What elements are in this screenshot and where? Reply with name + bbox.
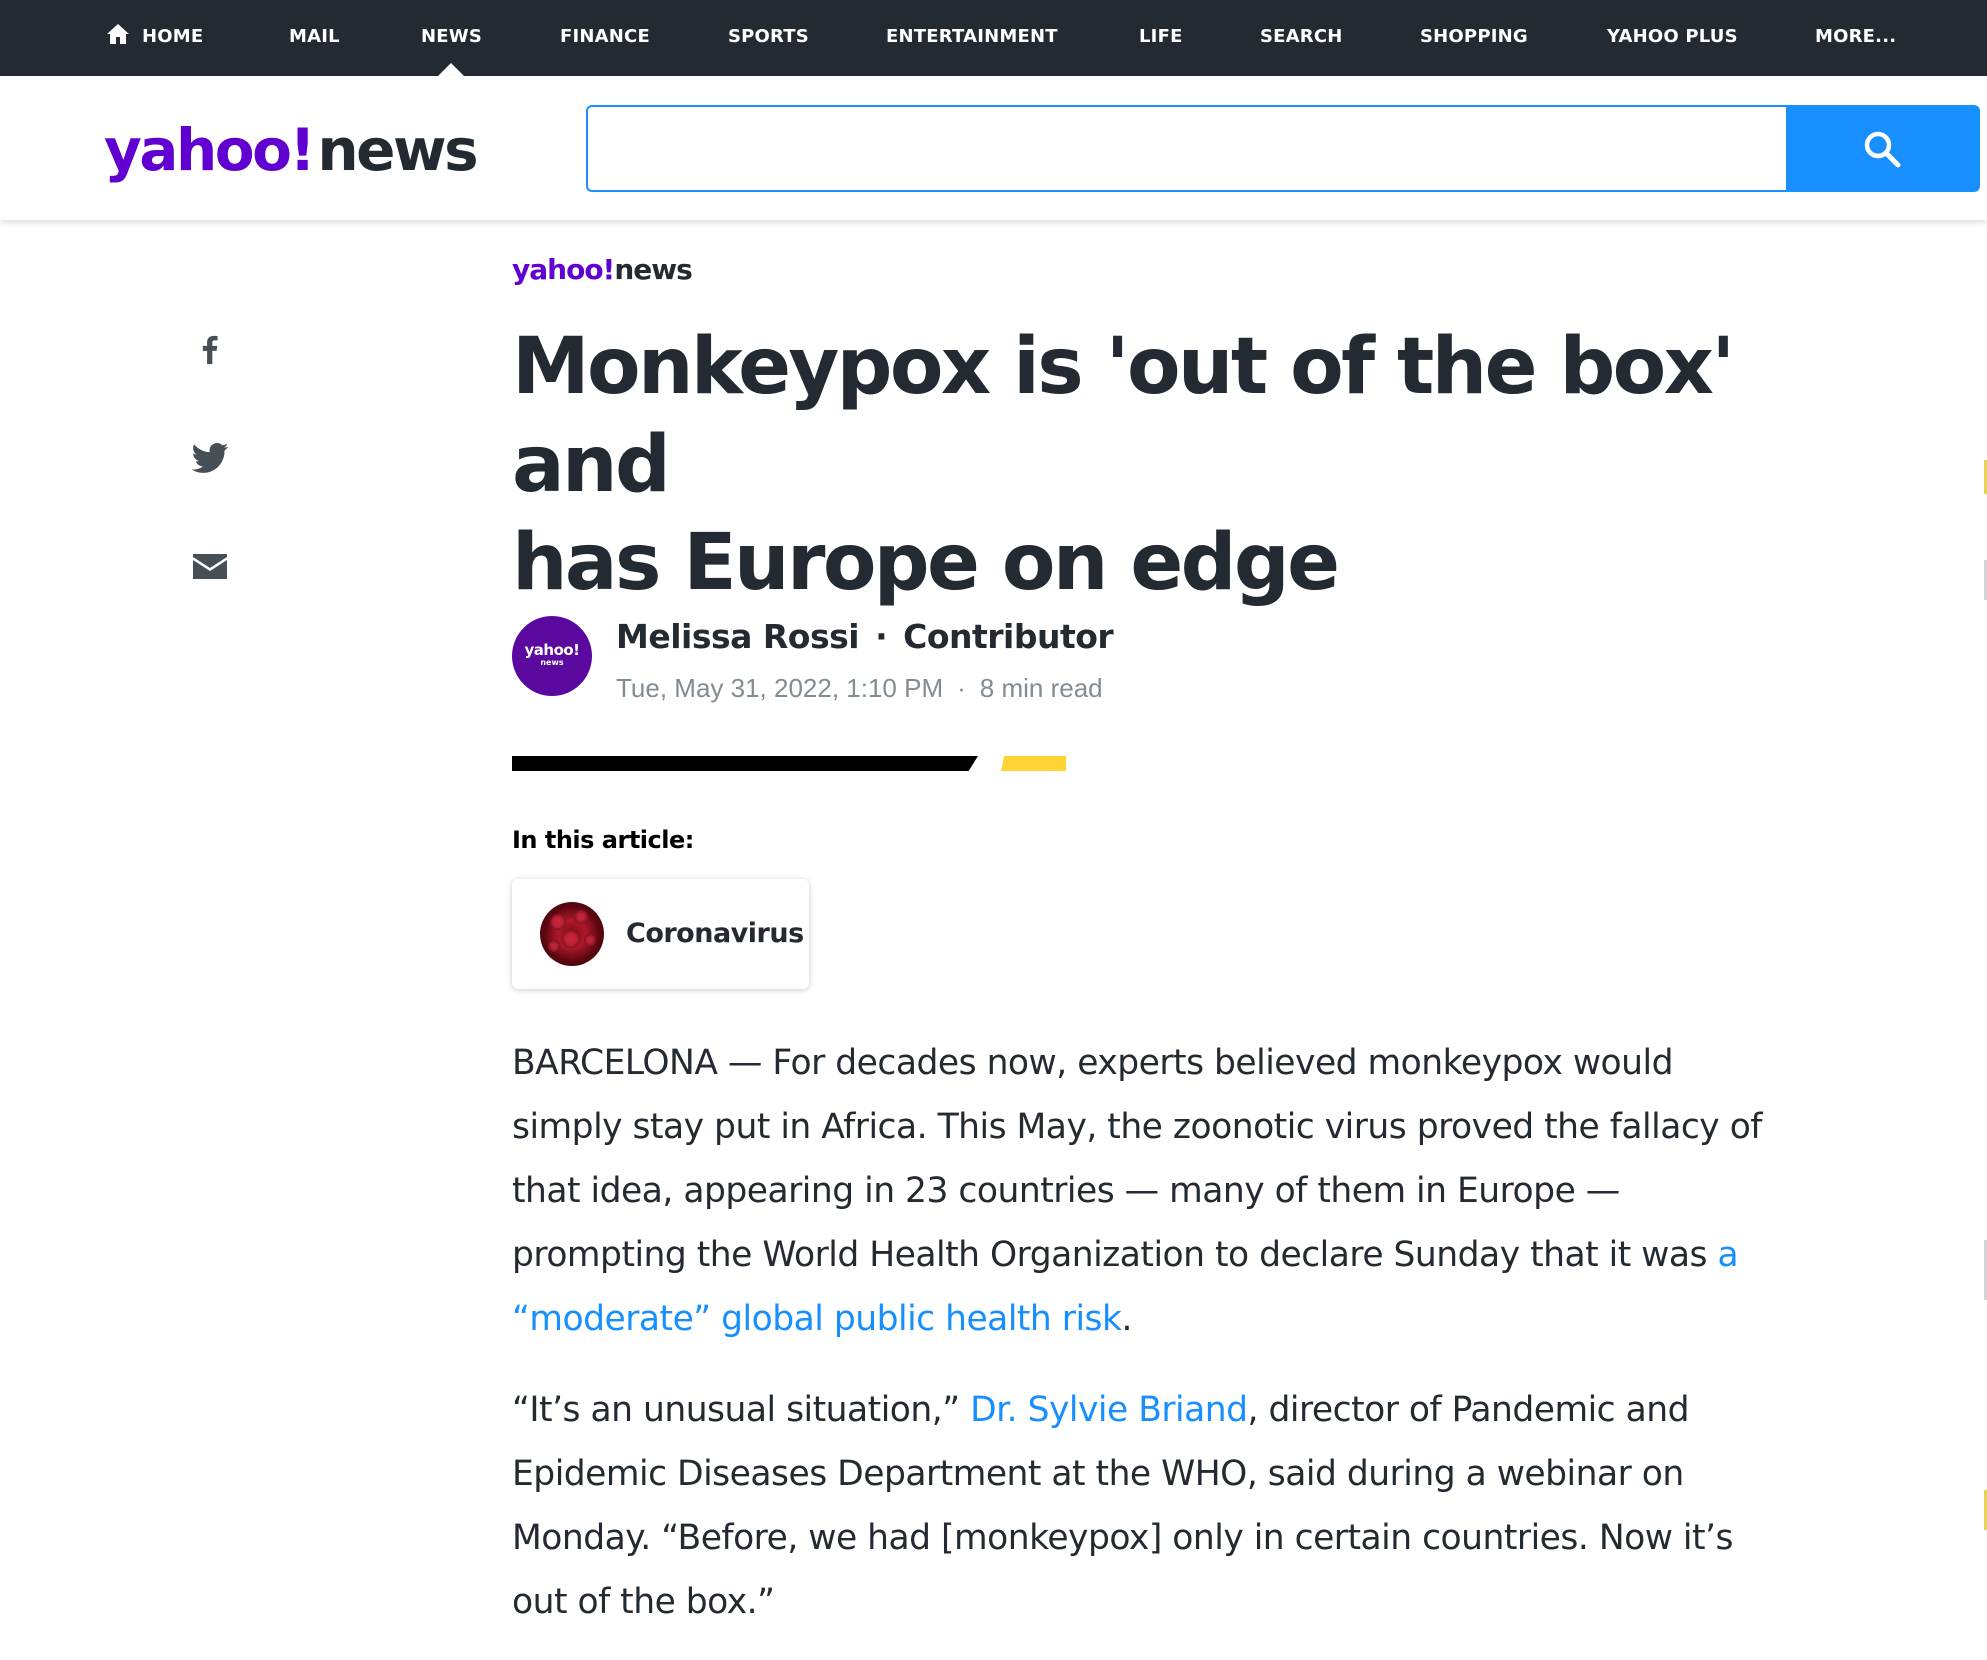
search-button[interactable] [1786,105,1980,192]
nav-item-label: SHOPPING [1420,26,1528,47]
source-logo-yahoo-text: yahoo! [512,253,615,286]
nav-item-label: SPORTS [728,26,809,47]
separator-dot: · [957,673,966,703]
article-paragraph-1: BARCELONA — For decades now, experts bel… [512,1031,1782,1351]
nav-item-label: FINANCE [560,26,650,47]
source-logo[interactable]: yahoo!news [512,250,693,290]
nav-item-search[interactable]: SEARCH [1260,0,1343,76]
author-name[interactable]: Melissa Rossi [616,617,860,656]
read-time: 8 min read [979,673,1103,703]
author-line: Melissa Rossi · Contributor [616,614,1114,660]
nav-item-label: YAHOO PLUS [1607,26,1738,47]
logo-news-text: news [317,116,478,184]
nav-item-label: MAIL [289,26,340,47]
article-headline: Monkeypox is 'out of the box' and has Eu… [512,318,1812,612]
nav-item-label: ENTERTAINMENT [886,26,1058,47]
avatar-yahoo-text: yahoo! [524,641,580,659]
source-logo-news-text: news [614,253,692,286]
separator-dot: · [875,617,888,656]
author-avatar[interactable]: yahoo! news [512,616,592,696]
nav-item-mail[interactable]: MAIL [289,0,340,76]
decorative-bar-black [512,756,978,771]
nav-item-news[interactable]: NEWS [421,0,482,76]
paragraph-text: . [1121,1299,1133,1339]
twitter-icon [191,443,229,473]
nav-item-life[interactable]: LIFE [1139,0,1183,76]
nav-item-home[interactable]: HOME [106,0,203,76]
publish-date: Tue, May 31, 2022, 1:10 PM [616,673,944,703]
facebook-icon [202,335,218,365]
yahoo-news-logo[interactable]: yahoo!news [104,110,479,190]
active-indicator [438,63,465,76]
nav-item-entertainment[interactable]: ENTERTAINMENT [886,0,1058,76]
article-paragraph-2: “It’s an unusual situation,” Dr. Sylvie … [512,1378,1782,1634]
in-this-article-label: In this article: [512,826,694,854]
home-icon [107,24,129,44]
search-input[interactable] [586,105,1788,192]
headline-line-2: has Europe on edge [512,518,1340,608]
decorative-bar-yellow [1001,756,1066,771]
share-facebook-button[interactable] [190,330,230,370]
author-role: Contributor [903,617,1114,656]
site-header: yahoo!news [0,76,1987,220]
nav-item-label: HOME [142,26,204,47]
logo-yahoo-text: yahoo! [104,116,316,184]
nav-item-more[interactable]: MORE... [1815,0,1896,76]
paragraph-text: “It’s an unusual situation,” [512,1390,971,1430]
avatar-news-text: news [540,658,564,667]
nav-item-label: MORE... [1815,26,1897,47]
sylvie-briand-link[interactable]: Dr. Sylvie Briand [970,1390,1248,1430]
headline-line-1: Monkeypox is 'out of the box' and [512,322,1735,510]
nav-item-label: SEARCH [1260,26,1343,47]
mail-icon [193,554,227,579]
share-mail-button[interactable] [190,546,230,586]
coronavirus-image [540,902,604,966]
nav-item-finance[interactable]: FINANCE [560,0,650,76]
topic-label: Coronavirus [626,918,804,949]
nav-item-label: LIFE [1139,26,1183,47]
article-meta: Tue, May 31, 2022, 1:10 PM · 8 min read [616,670,1103,706]
top-navigation-bar: HOME MAIL NEWS FINANCE SPORTS ENTERTAINM… [0,0,1987,76]
topic-card-coronavirus[interactable]: Coronavirus [512,879,809,989]
search-icon [1864,131,1901,168]
nav-item-shopping[interactable]: SHOPPING [1420,0,1528,76]
paragraph-text: BARCELONA — For decades now, experts bel… [512,1043,1762,1275]
nav-item-sports[interactable]: SPORTS [728,0,809,76]
nav-item-yahoo-plus[interactable]: YAHOO PLUS [1607,0,1738,76]
share-twitter-button[interactable] [190,438,230,478]
